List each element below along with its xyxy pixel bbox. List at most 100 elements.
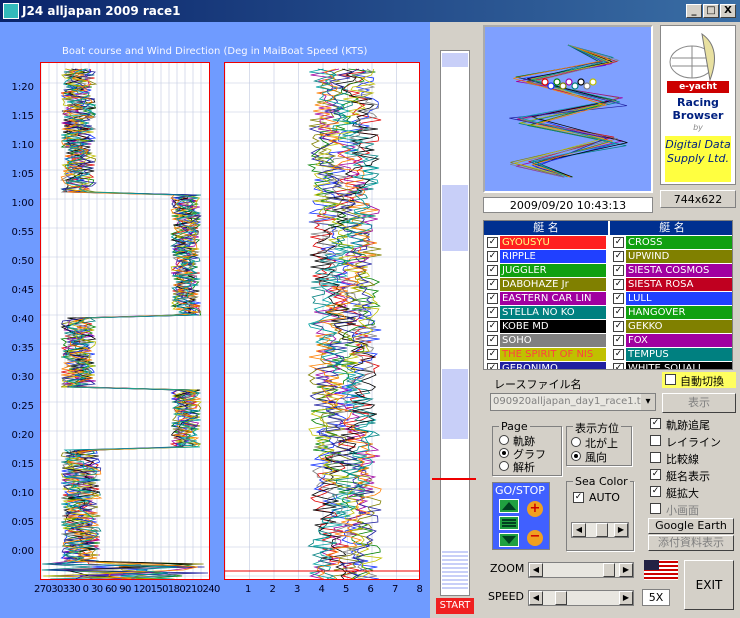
sea-auto-checkbox[interactable]: ✓ (573, 492, 584, 503)
arrow-right-icon[interactable]: ▶ (619, 591, 633, 605)
speed-thumb[interactable] (555, 591, 567, 605)
chevron-down-icon[interactable]: ▾ (641, 394, 655, 410)
boat-checkbox[interactable]: ✓ (487, 293, 498, 304)
boat-checkbox[interactable]: ✓ (613, 293, 624, 304)
boat-checkbox[interactable]: ✓ (487, 265, 498, 276)
option-checkbox[interactable] (650, 503, 661, 514)
us-flag-icon[interactable] (644, 560, 678, 580)
boat-name: DABOHAZE Jr (500, 278, 606, 291)
dir-radio[interactable] (571, 437, 581, 447)
arrow-right-icon[interactable]: ▶ (614, 523, 628, 537)
boat-checkbox[interactable]: ✓ (613, 335, 624, 346)
maximize-button[interactable]: □ (703, 4, 719, 18)
speed-slider[interactable]: ◀ ▶ (528, 590, 634, 606)
boat-checkbox[interactable]: ✓ (613, 363, 624, 369)
boat-row[interactable]: ✓ SOHO (484, 334, 608, 348)
speed-up-icon[interactable]: + (527, 501, 543, 517)
boat-name: STELLA NO KO (500, 306, 606, 319)
play-up-button[interactable] (499, 499, 519, 513)
x-tick-speed: 2 (269, 584, 276, 595)
x-ticks-course: 27030330 0 30 60 90 120150180210240 (34, 584, 220, 595)
arrow-left-icon[interactable]: ◀ (529, 591, 543, 605)
slider-thumb[interactable] (596, 523, 608, 537)
boat-row[interactable]: ✓ WHITE SQUALL (610, 362, 732, 369)
boat-row[interactable]: ✓ DABOHAZE Jr (484, 278, 608, 292)
minimize-button[interactable]: _ (686, 4, 702, 18)
boat-row[interactable]: ✓ FOX (610, 334, 732, 348)
zoom-thumb[interactable] (603, 563, 615, 577)
boat-checkbox[interactable]: ✓ (487, 251, 498, 262)
boat-checkbox[interactable]: ✓ (613, 237, 624, 248)
sea-color-slider[interactable]: ◀ ▶ (571, 522, 629, 538)
boat-row[interactable]: ✓ SIESTA COSMOS (610, 264, 732, 278)
brand-label: e-yacht (667, 81, 729, 93)
y-tick-label: 0:45 (11, 285, 34, 296)
boat-row[interactable]: ✓ UPWIND (610, 250, 732, 264)
speed-down-icon[interactable]: − (527, 530, 543, 546)
boat-checkbox[interactable]: ✓ (613, 349, 624, 360)
play-down-button[interactable] (499, 533, 519, 547)
boat-row[interactable]: ✓ LULL (610, 292, 732, 306)
boat-row[interactable]: ✓ TEMPUS (610, 348, 732, 362)
boat-checkbox[interactable]: ✓ (487, 307, 498, 318)
boat-row[interactable]: ✓ HANGOVER (610, 306, 732, 320)
show-button[interactable]: 表示 (662, 393, 736, 413)
option-checkbox[interactable]: ✓ (650, 418, 661, 429)
start-marker[interactable]: START (436, 598, 474, 614)
boat-checkbox[interactable]: ✓ (613, 251, 624, 262)
boat-checkbox[interactable]: ✓ (487, 237, 498, 248)
boat-checkbox[interactable]: ✓ (487, 279, 498, 290)
boat-row[interactable]: ✓ EASTERN CAR LIN (484, 292, 608, 306)
auto-switch[interactable]: 自動切換 (662, 372, 736, 388)
race-file-select[interactable]: 090920alljapan_day1_race1.txt ▾ (490, 393, 656, 411)
page-radio[interactable] (499, 448, 509, 458)
course-map[interactable] (483, 25, 653, 193)
boat-checkbox[interactable]: ✓ (487, 321, 498, 332)
boat-checkbox[interactable]: ✓ (613, 307, 624, 318)
y-tick-label: 0:00 (11, 546, 34, 557)
arrow-left-icon[interactable]: ◀ (572, 523, 586, 537)
option-label: 軌跡追尾 (666, 419, 710, 432)
boat-row[interactable]: ✓ SIESTA ROSA (610, 278, 732, 292)
time-scrollbar[interactable] (440, 50, 470, 596)
boat-checkbox[interactable]: ✓ (487, 349, 498, 360)
y-tick-label: 0:30 (11, 372, 34, 383)
boat-checkbox[interactable]: ✓ (613, 321, 624, 332)
boat-row[interactable]: ✓ STELLA NO KO (484, 306, 608, 320)
option-checkbox[interactable] (650, 435, 661, 446)
boat-row[interactable]: ✓ GEKKO (610, 320, 732, 334)
boat-row[interactable]: ✓ GYOUSYU (484, 236, 608, 250)
exit-button[interactable]: EXIT (684, 560, 734, 610)
attachments-button[interactable]: 添付資料表示 (648, 535, 734, 551)
boat-row[interactable]: ✓ JUGGLER (484, 264, 608, 278)
boat-row[interactable]: ✓ KOBE MD (484, 320, 608, 334)
boat-checkbox[interactable]: ✓ (613, 265, 624, 276)
option-checkbox[interactable]: ✓ (650, 486, 661, 497)
auto-switch-checkbox[interactable] (665, 374, 676, 385)
boat-row[interactable]: ✓ THE SPIRIT OF NIS (484, 348, 608, 362)
x-tick-speed: 4 (318, 584, 325, 595)
dir-radio[interactable] (571, 451, 581, 461)
arrow-left-icon[interactable]: ◀ (529, 563, 543, 577)
boat-row[interactable]: ✓ CROSS (610, 236, 732, 250)
boat-checkbox[interactable]: ✓ (613, 279, 624, 290)
pause-button[interactable] (499, 516, 519, 530)
boat-row[interactable]: ✓ GERONIMO (484, 362, 608, 369)
boat-list[interactable]: 艇 名 艇 名 ✓ GYOUSYU ✓ RIPPLE ✓ JUGGLER ✓ DABOHAZE… (483, 220, 733, 370)
boat-row[interactable]: ✓ RIPPLE (484, 250, 608, 264)
option-checkbox[interactable] (650, 452, 661, 463)
google-earth-button[interactable]: Google Earth (648, 518, 734, 534)
arrow-right-icon[interactable]: ▶ (619, 563, 633, 577)
boat-checkbox[interactable]: ✓ (487, 363, 498, 369)
sea-auto-label: AUTO (589, 491, 620, 504)
boat-checkbox[interactable]: ✓ (487, 335, 498, 346)
zoom-slider[interactable]: ◀ ▶ (528, 562, 634, 578)
x-tick-speed: 6 (367, 584, 374, 595)
page-radio[interactable] (499, 435, 509, 445)
option-checkbox[interactable]: ✓ (650, 469, 661, 480)
direction-group: 表示方位 北が上 風向 (566, 420, 632, 466)
page-radio[interactable] (499, 461, 509, 471)
graph-panel: Boat course and Wind Direction (Deg in M… (0, 22, 430, 618)
boat-name: TEMPUS (626, 348, 732, 361)
close-button[interactable]: X (720, 4, 736, 18)
